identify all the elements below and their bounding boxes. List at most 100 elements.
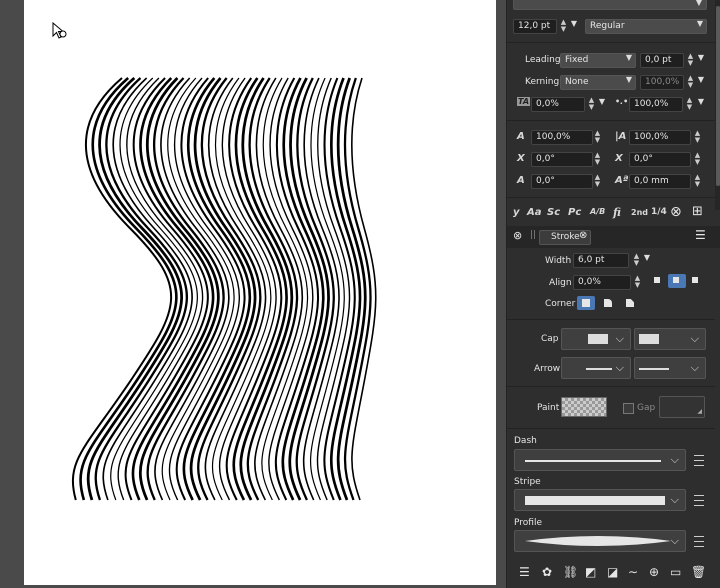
horizontal-scale-spinner[interactable]: ▲ ▼ xyxy=(593,130,602,145)
rotate-icon: A xyxy=(517,175,525,186)
corner-label: Corner xyxy=(545,299,576,309)
panel-grip-icon[interactable]: || xyxy=(530,230,536,240)
leading-label: Leading xyxy=(525,55,561,65)
width-dropdown[interactable]: ▼ xyxy=(642,253,654,268)
align-label: Align xyxy=(549,278,572,288)
align-spinner[interactable]: ▲ ▼ xyxy=(633,275,642,290)
typo-button-5[interactable]: fi xyxy=(613,206,621,219)
font-style-select[interactable]: Regular xyxy=(585,19,707,34)
shear-icon: X xyxy=(615,153,623,164)
kerning-spinner[interactable]: ▲ ▼ xyxy=(686,75,695,90)
skew-spinner[interactable]: ▲ ▼ xyxy=(593,152,602,167)
width-spinner[interactable]: ▲ ▼ xyxy=(632,253,641,268)
typo-button-3[interactable]: Pc xyxy=(568,207,581,218)
leading-value-field[interactable]: 0,0 pt xyxy=(640,53,684,68)
tracking-spinner[interactable]: ▲ ▼ xyxy=(587,97,596,112)
start-arrow-select[interactable]: ⌵ xyxy=(561,357,631,379)
leading-dropdown[interactable]: ▼ xyxy=(696,53,708,68)
tracking-field[interactable]: 0,0% xyxy=(531,97,585,112)
shear-field[interactable]: 0,0° xyxy=(629,152,691,167)
spacing-dropdown[interactable]: ▼ xyxy=(696,97,708,112)
end-cap-select[interactable]: ⌵ xyxy=(634,328,706,350)
profile-label: Profile xyxy=(514,518,542,528)
typo-button-2[interactable]: Sc xyxy=(547,207,560,218)
skew-field[interactable]: 0,0° xyxy=(531,152,593,167)
effects-icon[interactable]: ✿ xyxy=(542,565,552,579)
kerning-value-field[interactable]: 100,0% xyxy=(640,75,684,90)
align-outside-icon[interactable] xyxy=(687,274,705,288)
panel-scrollbar[interactable] xyxy=(715,0,720,210)
typo-button-4[interactable]: A/B xyxy=(590,207,605,216)
font-size-spinner[interactable]: ▲ ▼ xyxy=(559,19,568,34)
width-field[interactable]: 6,0 pt xyxy=(573,253,629,268)
typo-button-1[interactable]: Aa xyxy=(527,207,542,218)
font-size-field[interactable]: 12,0 pt xyxy=(513,19,557,34)
kerning-dropdown[interactable]: ▼ xyxy=(696,75,708,90)
baseline-spinner[interactable]: ▲ ▼ xyxy=(693,174,702,189)
adjustments-icon[interactable]: ☰ xyxy=(519,565,530,579)
baseline-field[interactable]: 0,0 mm xyxy=(629,174,691,189)
shear-spinner[interactable]: ▲ ▼ xyxy=(693,152,702,167)
select-icon[interactable]: ◪ xyxy=(607,565,618,579)
cap-butt-icon xyxy=(588,334,608,344)
trash-icon[interactable]: 🗑 xyxy=(691,565,706,579)
kerning-label: Kerning xyxy=(525,77,560,87)
panel-menu-icon[interactable]: ☰ xyxy=(695,228,706,242)
pointer-cursor-icon xyxy=(52,21,70,43)
mask-icon[interactable]: ◩ xyxy=(585,565,596,579)
paint-label: Paint xyxy=(537,403,560,413)
spacing-spinner[interactable]: ▲ ▼ xyxy=(685,97,694,112)
vertical-scale-spinner[interactable]: ▲ ▼ xyxy=(693,130,702,145)
typo-button-7[interactable]: 1/4 xyxy=(651,207,667,217)
align-inside-icon[interactable] xyxy=(649,274,667,288)
vertical-scale-icon: |A xyxy=(615,131,627,142)
link-icon[interactable]: ⛓ xyxy=(563,565,578,579)
rotate-field[interactable]: 0,0° xyxy=(531,174,593,189)
wave-icon[interactable]: ∼ xyxy=(628,565,638,579)
gap-checkbox[interactable] xyxy=(623,403,634,414)
add-circle-icon[interactable]: ⊕ xyxy=(649,565,659,579)
tab-stroke-close-icon[interactable]: ⊗ xyxy=(579,230,587,241)
wave-line xyxy=(79,77,178,501)
profile-settings-icon[interactable] xyxy=(691,533,707,549)
spacing-icon: •.• xyxy=(615,97,629,106)
artboard[interactable] xyxy=(24,0,496,585)
dash-select[interactable]: ⌵ xyxy=(514,449,686,471)
end-arrow-select[interactable]: ⌵ xyxy=(634,357,706,379)
wave-lines-artwork[interactable] xyxy=(24,0,496,585)
skew-icon: X xyxy=(517,153,525,164)
align-center-icon[interactable] xyxy=(668,274,686,288)
typo-button-0[interactable]: y xyxy=(513,207,520,218)
font-size-dropdown[interactable]: ▼ xyxy=(569,19,581,34)
canvas-area[interactable] xyxy=(0,0,506,588)
leading-spinner[interactable]: ▲ ▼ xyxy=(686,53,695,68)
layer-square-icon[interactable]: ▭ xyxy=(670,565,681,579)
typo-button-6[interactable]: 2nd xyxy=(631,208,648,217)
corner-miter-icon[interactable] xyxy=(577,296,595,310)
align-field[interactable]: 0,0% xyxy=(573,275,631,290)
profile-select[interactable]: ⌵ xyxy=(514,530,686,552)
arrow-line-icon xyxy=(639,368,669,370)
corner-bevel-icon[interactable] xyxy=(621,296,639,310)
wave-line xyxy=(254,77,304,501)
close-panel-icon[interactable]: ⊗ xyxy=(513,229,522,242)
paint-swatch[interactable] xyxy=(561,397,607,417)
wave-line xyxy=(71,77,173,501)
corner-round-icon[interactable] xyxy=(599,296,617,310)
tracking-dropdown[interactable]: ▼ xyxy=(597,97,609,112)
vertical-scale-field[interactable]: 100,0% xyxy=(629,130,691,145)
horizontal-scale-field[interactable]: 100,0% xyxy=(531,130,593,145)
stripe-settings-icon[interactable] xyxy=(691,492,707,508)
start-cap-select[interactable]: ⌵ xyxy=(561,328,631,350)
rotate-spinner[interactable]: ▲ ▼ xyxy=(593,174,602,189)
add-square-icon[interactable]: ⊞ xyxy=(692,204,703,219)
stripe-select[interactable]: ⌵ xyxy=(514,489,686,511)
font-family-select[interactable]: ▼ xyxy=(513,0,707,10)
dash-settings-icon[interactable] xyxy=(691,452,707,468)
tab-stroke-label: Stroke xyxy=(551,232,580,242)
gap-swatch[interactable]: ◢ xyxy=(659,396,705,418)
dash-label: Dash xyxy=(514,436,537,446)
clear-circle-icon[interactable]: ⊗ xyxy=(670,204,682,220)
width-label: Width xyxy=(545,256,572,266)
spacing-field[interactable]: 100,0% xyxy=(629,97,683,112)
